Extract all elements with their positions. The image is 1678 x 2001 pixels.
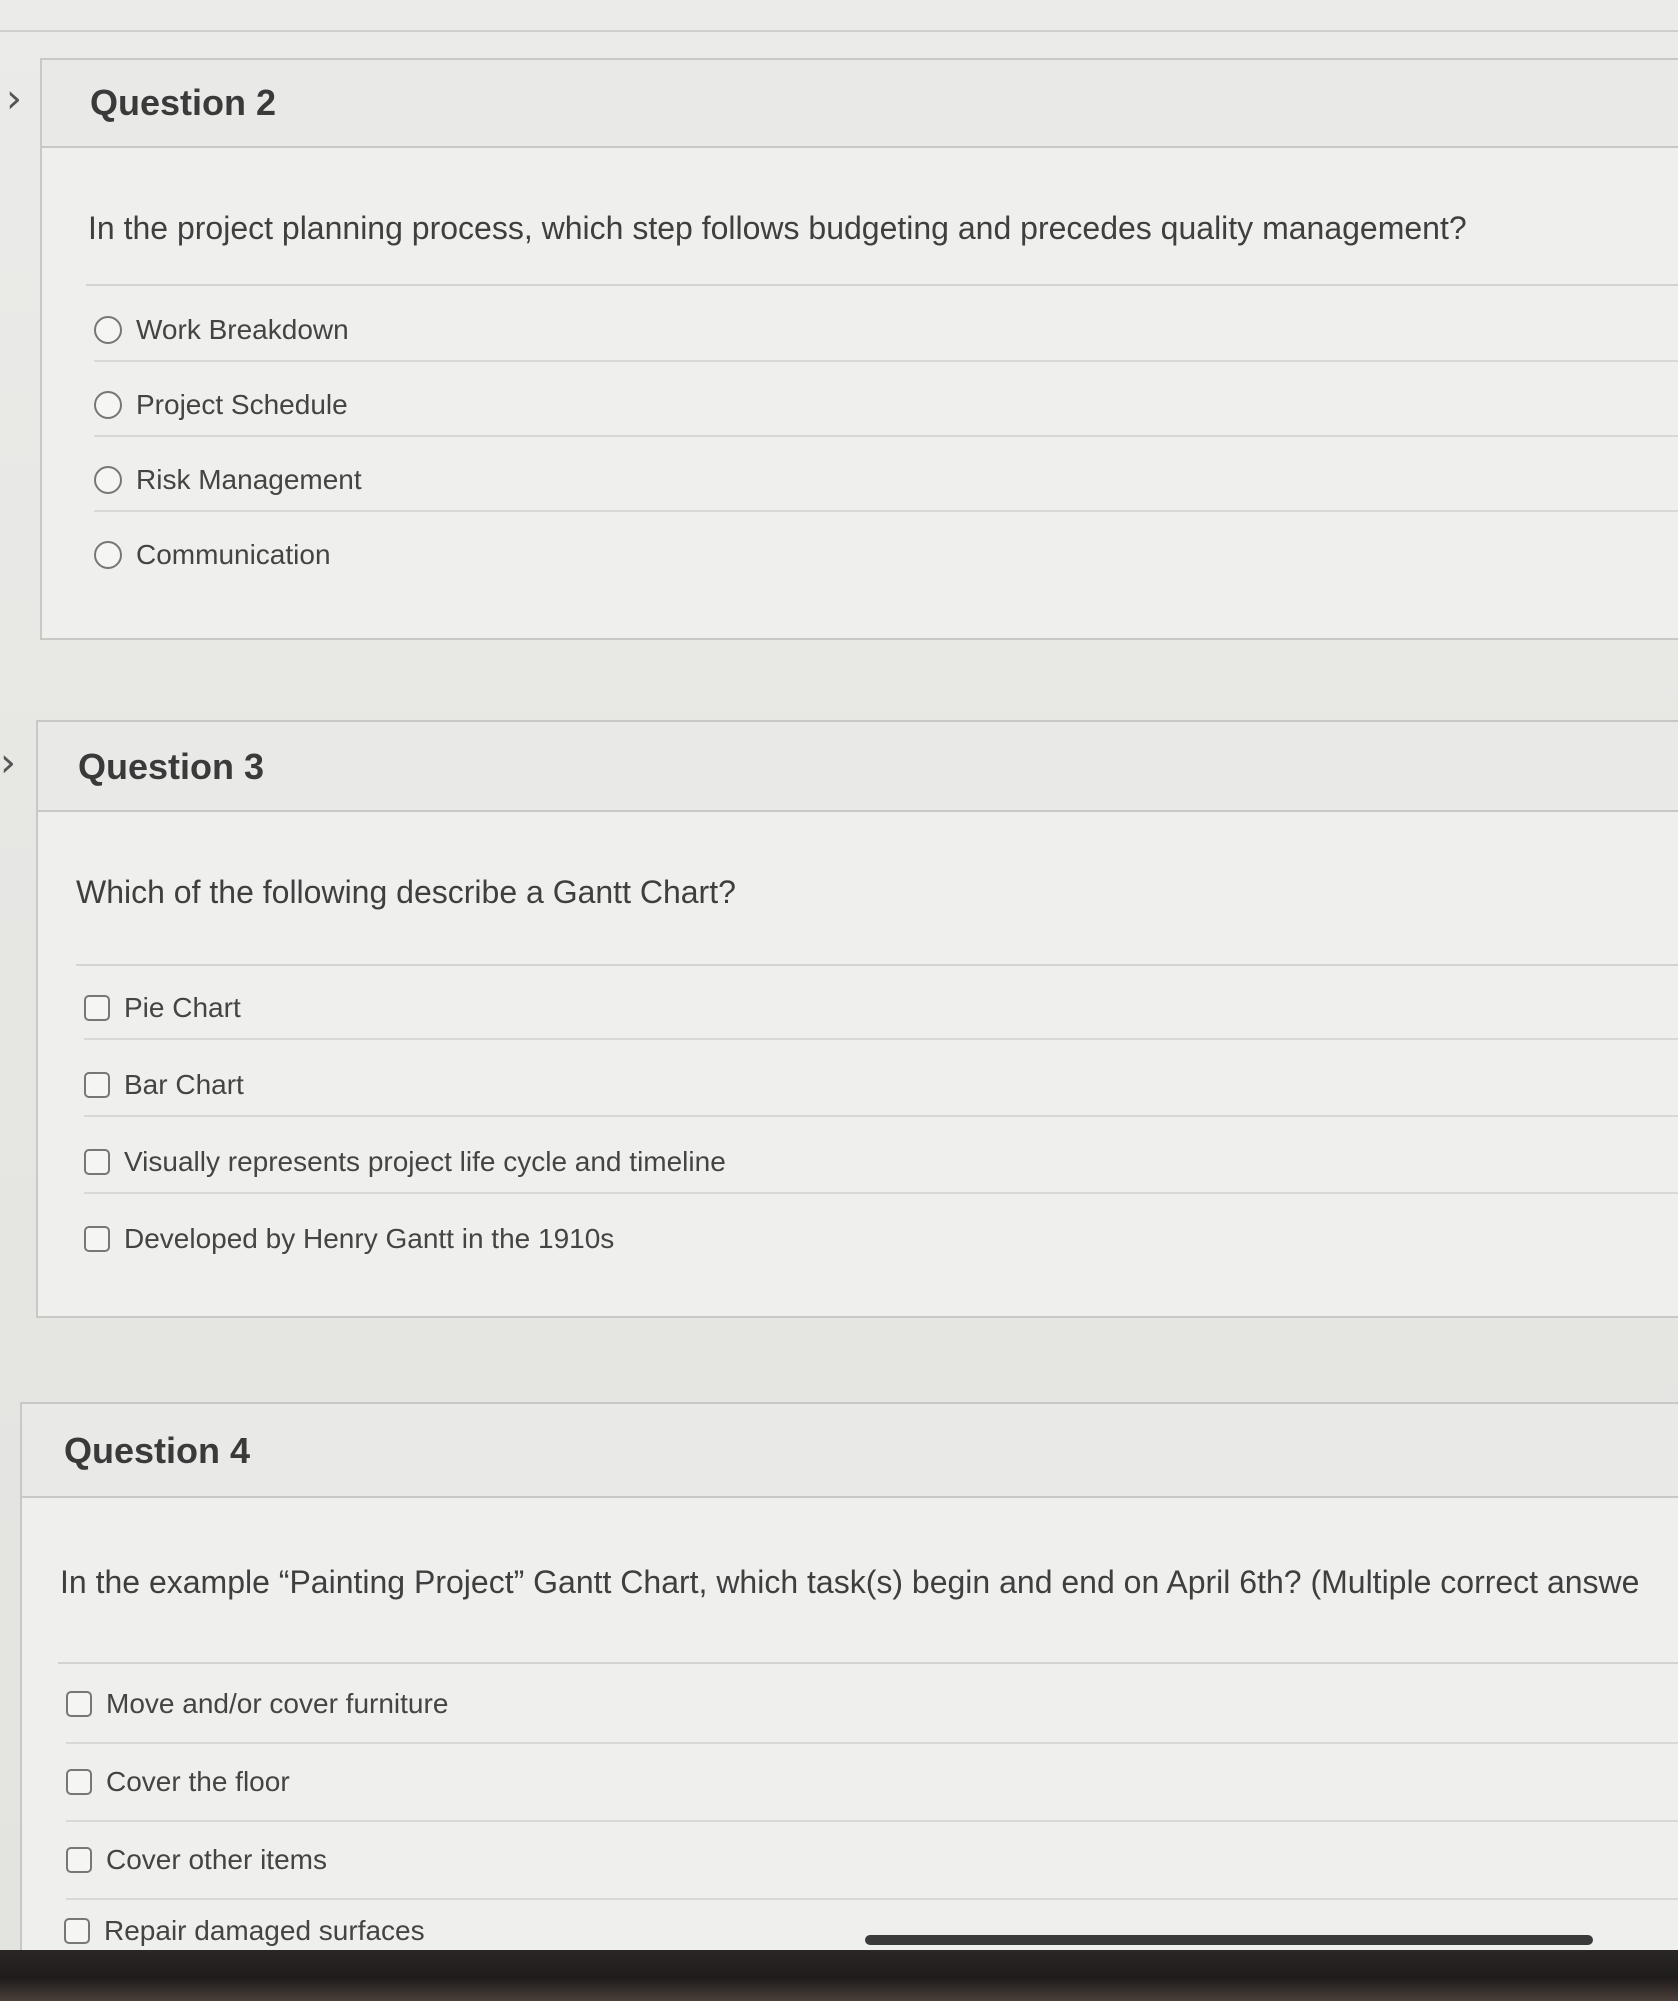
checkbox[interactable] <box>84 1226 110 1252</box>
answer-label: Work Breakdown <box>136 314 349 345</box>
answer-label: Pie Chart <box>124 992 241 1023</box>
checkbox[interactable] <box>84 1072 110 1098</box>
question-title: Question 2 <box>90 82 277 123</box>
question-prompt: In the project planning process, which s… <box>88 210 1467 246</box>
question-prompt: Which of the following describe a Gantt … <box>76 874 736 910</box>
answer-option[interactable]: Bar Chart <box>84 1055 1678 1117</box>
question-title: Question 3 <box>78 746 265 787</box>
answer-label: Cover the floor <box>106 1766 290 1797</box>
answer-label: Move and/or cover furniture <box>106 1688 449 1719</box>
radio-button[interactable] <box>94 541 122 569</box>
answer-option[interactable]: Pie Chart <box>84 978 1678 1040</box>
question-prompt: In the example “Painting Project” Gantt … <box>60 1564 1640 1600</box>
question-card-3: Question 3 Which of the following descri… <box>36 720 1678 1318</box>
checkbox[interactable] <box>66 1847 92 1873</box>
divider <box>76 964 1678 966</box>
screen-bezel <box>0 1950 1678 2001</box>
checkbox[interactable] <box>66 1769 92 1795</box>
divider <box>58 1662 1678 1664</box>
divider <box>0 30 1678 32</box>
answer-option[interactable]: Work Breakdown <box>94 300 1678 362</box>
question-header: Question 3 <box>38 722 1678 812</box>
horizontal-scrollbar[interactable] <box>865 1935 1593 1945</box>
answer-option[interactable]: Cover other items <box>66 1822 1678 1900</box>
answer-label: Cover other items <box>106 1844 327 1875</box>
checkbox[interactable] <box>84 1149 110 1175</box>
question-card-2: Question 2 In the project planning proce… <box>40 58 1678 640</box>
answer-label: Risk Management <box>136 464 362 495</box>
answer-option[interactable]: Communication <box>94 525 1678 585</box>
answer-option[interactable]: Developed by Henry Gantt in the 1910s <box>84 1209 1678 1269</box>
checkbox[interactable] <box>66 1691 92 1717</box>
chevron-right-icon[interactable]: › <box>0 743 18 783</box>
answer-option[interactable]: Move and/or cover furniture <box>66 1666 1678 1744</box>
checkbox[interactable] <box>64 1918 90 1944</box>
answer-option[interactable]: Cover the floor <box>66 1744 1678 1822</box>
radio-button[interactable] <box>94 466 122 494</box>
divider <box>86 284 1678 286</box>
radio-button[interactable] <box>94 391 122 419</box>
quiz-page: › Question 2 In the project planning pro… <box>0 0 1678 1964</box>
radio-button[interactable] <box>94 316 122 344</box>
answer-label: Repair damaged surfaces <box>104 1915 425 1946</box>
answer-option[interactable]: Risk Management <box>94 450 1678 512</box>
answer-option[interactable]: Visually represents project life cycle a… <box>84 1132 1678 1194</box>
answer-label: Communication <box>136 539 331 570</box>
question-title: Question 4 <box>64 1430 251 1471</box>
question-header: Question 4 <box>22 1404 1678 1498</box>
answer-label: Developed by Henry Gantt in the 1910s <box>124 1223 615 1254</box>
chevron-right-icon[interactable]: › <box>6 79 24 119</box>
question-card-4: Question 4 In the example “Painting Proj… <box>20 1402 1678 1964</box>
checkbox[interactable] <box>84 995 110 1021</box>
answer-label: Bar Chart <box>124 1069 244 1100</box>
question-header: Question 2 <box>42 60 1678 148</box>
answer-label: Visually represents project life cycle a… <box>124 1146 726 1177</box>
answer-label: Project Schedule <box>136 389 348 420</box>
answer-option[interactable]: Project Schedule <box>94 375 1678 437</box>
